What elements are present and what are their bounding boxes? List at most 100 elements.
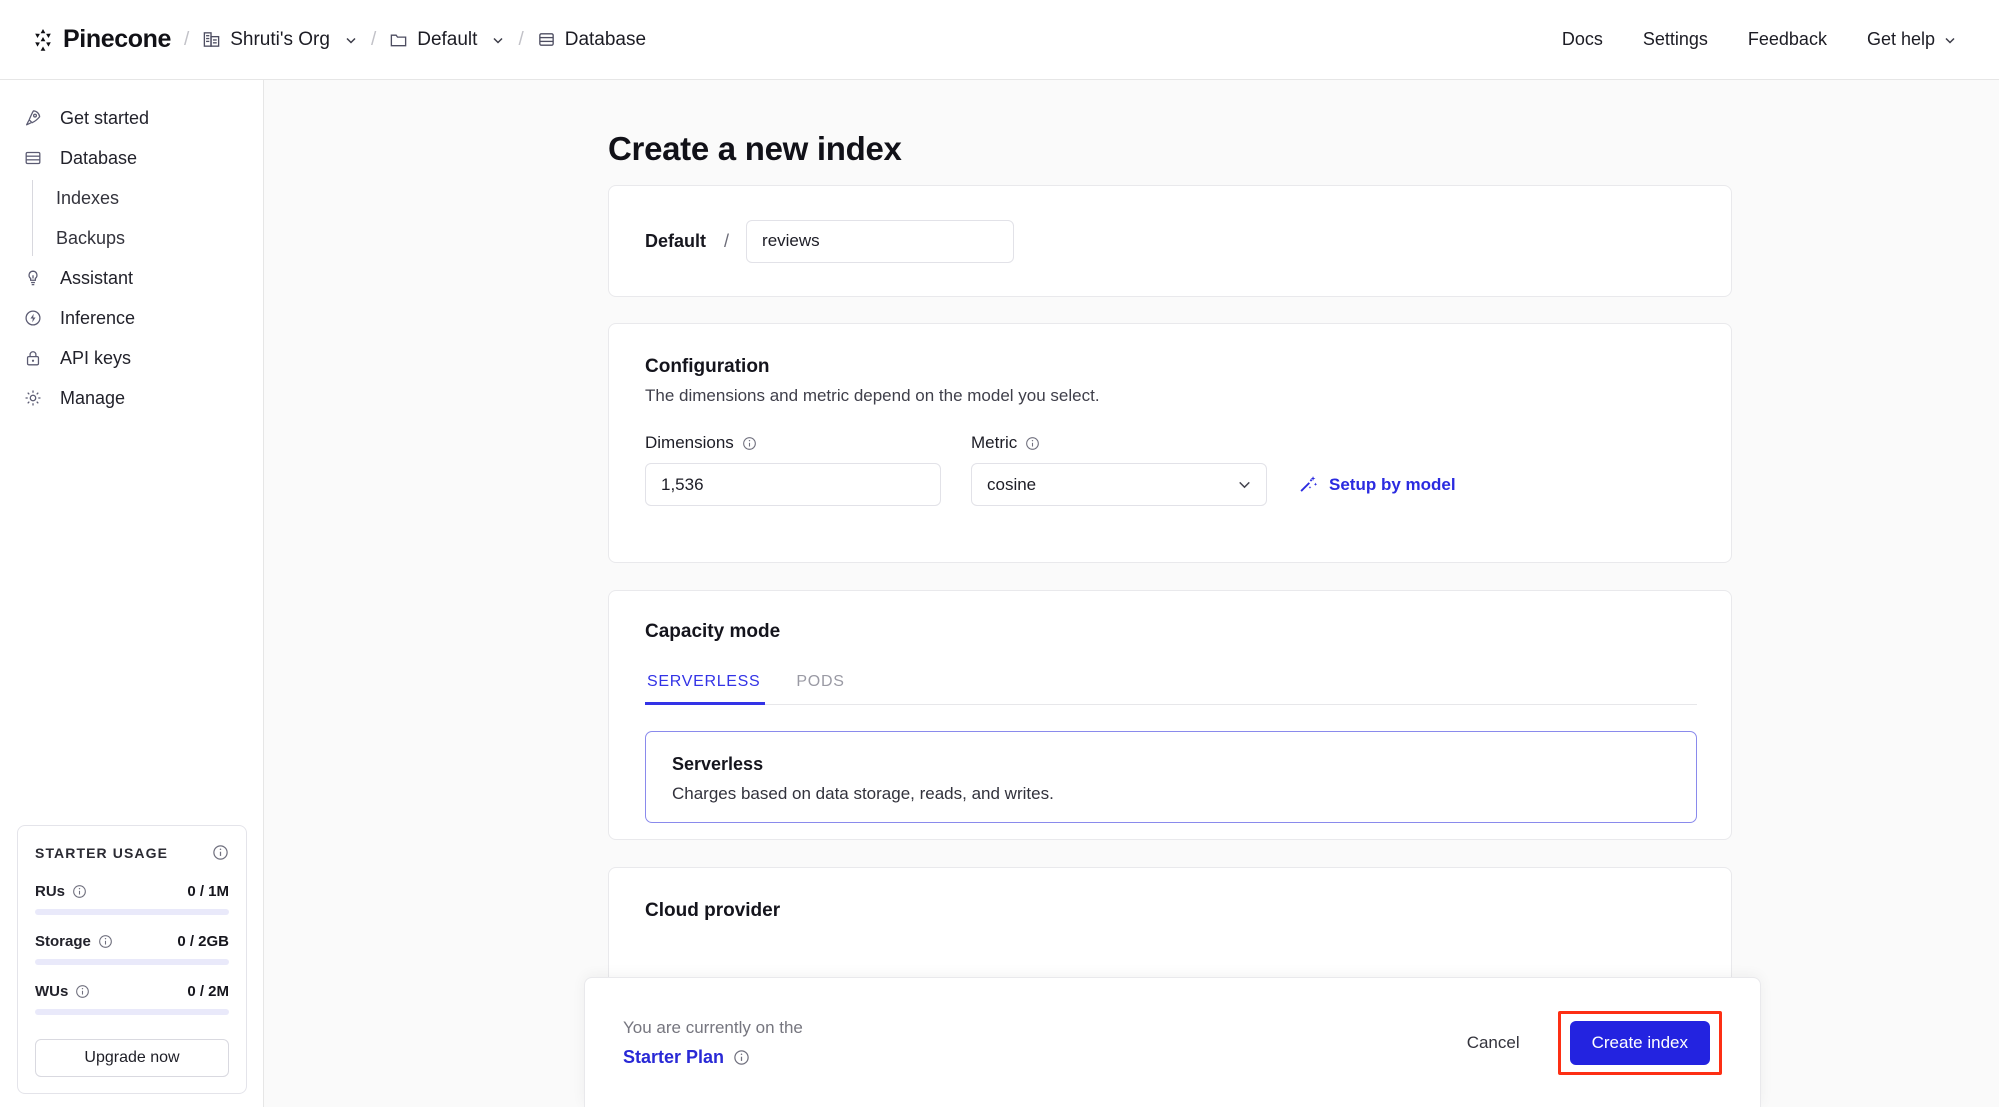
- breadcrumb-label-project: Default: [417, 28, 478, 50]
- dimensions-label-row: Dimensions: [645, 433, 941, 453]
- usage-value-wus: 0 / 2M: [187, 983, 229, 1000]
- main-content: Create a new index Default / Configurati…: [264, 80, 1999, 1107]
- metric-label: Metric: [971, 433, 1018, 452]
- info-icon[interactable]: [98, 934, 113, 949]
- create-index-highlight: Create index: [1557, 1010, 1722, 1075]
- info-icon[interactable]: [742, 436, 757, 451]
- usage-metric-label: RUs: [35, 883, 87, 900]
- create-index-button[interactable]: Create index: [1569, 1020, 1710, 1065]
- chevron-down-icon: [1943, 33, 1957, 47]
- breadcrumb-item-organization[interactable]: Shruti's Org: [202, 29, 358, 51]
- metric-label-row: Metric: [971, 433, 1267, 453]
- metric-select[interactable]: cosine: [971, 463, 1267, 506]
- organization-icon: [202, 30, 221, 49]
- index-name-prefix: Default: [645, 230, 707, 251]
- setup-by-model-link[interactable]: Setup by model: [1297, 463, 1456, 506]
- starter-usage-card: STARTER USAGE RUs 0 / 1M Storage 0 / 2GB…: [17, 825, 247, 1094]
- usage-label-rus: RUs: [35, 883, 66, 900]
- usage-metric-storage: Storage 0 / 2GB: [35, 933, 229, 965]
- topnav-get-help-label: Get help: [1866, 29, 1935, 49]
- sidebar-item-database[interactable]: Database: [0, 138, 263, 178]
- brand-logo[interactable]: Pinecone: [30, 25, 171, 54]
- topnav-settings[interactable]: Settings: [1643, 29, 1708, 50]
- capacity-tabs: SERVERLESS PODS: [645, 673, 1697, 705]
- database-icon: [22, 147, 44, 169]
- usage-metric-row: Storage 0 / 2GB: [35, 933, 229, 950]
- breadcrumb-label-database: Database: [564, 28, 647, 50]
- bottom-bar-actions: Cancel Create index: [1453, 1010, 1722, 1075]
- sidebar-item-get-started[interactable]: Get started: [0, 98, 263, 138]
- cloud-provider-body: Cloud provider: [609, 868, 1731, 954]
- tab-pods[interactable]: PODS: [778, 673, 862, 704]
- brand-name: Pinecone: [63, 25, 171, 53]
- info-icon[interactable]: [1025, 436, 1040, 451]
- dimensions-label: Dimensions: [645, 433, 734, 452]
- starter-plan-link[interactable]: Starter Plan: [623, 1047, 724, 1068]
- chevron-down-icon: [344, 33, 358, 47]
- capacity-body: Capacity mode SERVERLESS PODS Serverless…: [609, 591, 1731, 855]
- index-name-card: Default /: [608, 185, 1732, 297]
- serverless-option-title: Serverless: [672, 754, 764, 774]
- sidebar-label-database: Database: [60, 147, 138, 168]
- info-icon[interactable]: [212, 844, 229, 861]
- cloud-provider-title: Cloud provider: [645, 900, 781, 921]
- usage-bar-wus: [35, 1009, 229, 1015]
- capacity-mode-title: Capacity mode: [645, 621, 781, 642]
- upgrade-now-button[interactable]: Upgrade now: [35, 1039, 229, 1077]
- configuration-fields: Dimensions Metric: [645, 433, 1695, 506]
- bottom-action-bar: You are currently on the Starter Plan Ca…: [584, 977, 1761, 1107]
- configuration-title: Configuration: [645, 356, 770, 377]
- pinecone-console-app: Pinecone / Shruti's Org / Default / Data…: [0, 0, 1999, 1107]
- page-title: Create a new index: [608, 130, 902, 167]
- usage-metric-wus: WUs 0 / 2M: [35, 983, 229, 1015]
- dimensions-field: Dimensions: [645, 433, 941, 506]
- topnav-docs[interactable]: Docs: [1562, 29, 1603, 50]
- metric-select-wrap: cosine: [971, 463, 1267, 506]
- sidebar-label-manage: Manage: [60, 387, 126, 408]
- breadcrumb-separator-2: /: [370, 28, 377, 50]
- topnav-feedback[interactable]: Feedback: [1748, 29, 1827, 50]
- usage-header: STARTER USAGE: [35, 844, 229, 861]
- database-icon: [537, 30, 556, 49]
- lightbulb-icon: [22, 267, 44, 289]
- breadcrumb-label-organization: Shruti's Org: [230, 28, 330, 50]
- topnav-get-help[interactable]: Get help: [1867, 29, 1957, 50]
- usage-metric-label: WUs: [35, 983, 90, 1000]
- sidebar-item-api-keys[interactable]: API keys: [0, 338, 263, 378]
- sidebar-subnav: Indexes Backups: [32, 178, 263, 258]
- sidebar-item-indexes[interactable]: Indexes: [56, 178, 263, 218]
- pinecone-logo-icon: [30, 27, 56, 53]
- tab-serverless[interactable]: SERVERLESS: [645, 673, 778, 705]
- sidebar-item-backups[interactable]: Backups: [56, 218, 263, 258]
- usage-metric-row: WUs 0 / 2M: [35, 983, 229, 1000]
- sidebar: Get started Database Indexes Backups Ass…: [0, 80, 264, 1107]
- index-name-row: Default /: [609, 186, 1731, 296]
- dimensions-input[interactable]: [645, 463, 941, 506]
- cancel-button[interactable]: Cancel: [1453, 1023, 1534, 1063]
- sidebar-item-inference[interactable]: Inference: [0, 298, 263, 338]
- usage-metric-rus: RUs 0 / 1M: [35, 883, 229, 915]
- breadcrumb-item-database[interactable]: Database: [537, 29, 646, 51]
- index-name-input[interactable]: [746, 219, 1015, 263]
- rocket-icon: [22, 107, 44, 129]
- sidebar-item-manage[interactable]: Manage: [0, 378, 263, 418]
- sidebar-label-api-keys: API keys: [60, 347, 132, 368]
- usage-bar-rus: [35, 909, 229, 915]
- lock-icon: [22, 347, 44, 369]
- plan-name-row: Starter Plan: [623, 1047, 803, 1068]
- bolt-circle-icon: [22, 307, 44, 329]
- topnav-feedback-label: Feedback: [1747, 29, 1827, 49]
- configuration-subtitle: The dimensions and metric depend on the …: [645, 386, 1100, 405]
- sidebar-item-assistant[interactable]: Assistant: [0, 258, 263, 298]
- info-icon[interactable]: [75, 984, 90, 999]
- serverless-option-description: Charges based on data storage, reads, an…: [672, 784, 1054, 803]
- configuration-card: Configuration The dimensions and metric …: [608, 323, 1732, 563]
- breadcrumb-item-project[interactable]: Default: [389, 29, 505, 51]
- info-icon[interactable]: [733, 1049, 750, 1066]
- topnav-docs-label: Docs: [1561, 29, 1603, 49]
- serverless-option-card[interactable]: Serverless Charges based on data storage…: [645, 731, 1697, 823]
- usage-label-wus: WUs: [35, 983, 69, 1000]
- info-icon[interactable]: [72, 884, 87, 899]
- usage-value-storage: 0 / 2GB: [177, 933, 229, 950]
- sidebar-label-indexes: Indexes: [56, 187, 120, 208]
